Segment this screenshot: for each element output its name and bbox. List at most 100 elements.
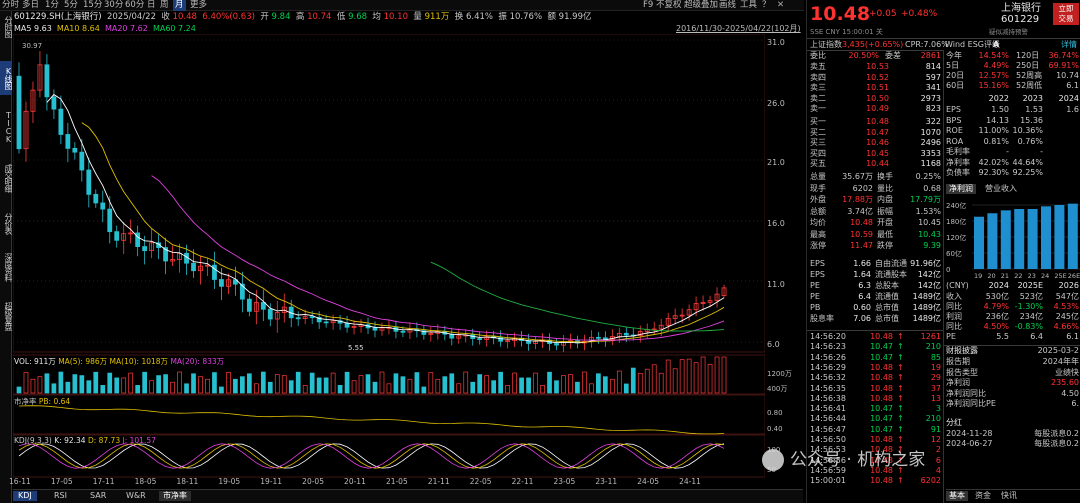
tab-pb[interactable]: 市净率 bbox=[159, 491, 191, 501]
tab-30min[interactable]: 30分 bbox=[104, 0, 123, 11]
valuation-label: 流通值 bbox=[875, 292, 899, 301]
side-tab-trades[interactable]: 成交明细 bbox=[0, 157, 13, 199]
volume-bar bbox=[135, 385, 141, 394]
volume-bar bbox=[623, 383, 629, 394]
commission-ratio: 20.50% bbox=[848, 51, 879, 60]
side-tab-tick[interactable]: TICK bbox=[0, 107, 13, 147]
dividend-date: 2024-11-28 bbox=[946, 429, 993, 438]
fin-value: 11.00% bbox=[978, 126, 1009, 135]
close-icon[interactable]: ✕ bbox=[777, 0, 784, 11]
book-price: 10.48 bbox=[866, 117, 889, 126]
volume-bar bbox=[212, 372, 217, 394]
tab-intraday[interactable]: 分时 bbox=[2, 0, 19, 11]
return-label: 120日 bbox=[1016, 51, 1040, 60]
x-tick: 18-05 bbox=[134, 477, 157, 486]
forecast-value: 245亿 bbox=[1055, 312, 1079, 321]
stat-value: 11.47 bbox=[850, 241, 873, 250]
f9-button[interactable]: F9 bbox=[643, 0, 653, 11]
candle-body bbox=[107, 208, 113, 233]
side-tab-replay[interactable]: 超级复盘 bbox=[0, 296, 13, 336]
quote-line: 601229.SH(上海银行) 2025/04/22 收 10.48 6.40%… bbox=[14, 12, 804, 23]
return-value: 10.74 bbox=[1056, 71, 1079, 80]
tab-day[interactable]: 日 bbox=[147, 0, 156, 11]
book-level-label: 卖五 bbox=[810, 62, 826, 71]
dividend-text: 每股派息0.2 bbox=[1034, 429, 1079, 438]
profit-bar bbox=[1067, 203, 1078, 269]
volume-bar bbox=[281, 375, 287, 394]
volume-bar bbox=[351, 380, 357, 394]
trade-button[interactable]: 立即 交易 bbox=[1053, 3, 1079, 25]
tab-news[interactable]: 快讯 bbox=[998, 491, 1020, 501]
pb-tick: 0.40 bbox=[767, 425, 783, 433]
tick-price: 10.48 bbox=[870, 393, 893, 403]
volume-bar bbox=[16, 386, 22, 394]
fin-value: 14.13 bbox=[986, 115, 1009, 125]
fin-label: ROE bbox=[946, 126, 963, 135]
tab-sar[interactable]: SAR bbox=[87, 491, 109, 501]
valuation-label: PE bbox=[810, 281, 820, 290]
volume-bar bbox=[267, 381, 273, 394]
draw-button[interactable]: 画线 bbox=[719, 0, 736, 11]
tick-arrow: ↑ bbox=[897, 373, 904, 383]
stock-name: 上海银行 bbox=[1001, 3, 1041, 14]
side-tab-kline[interactable]: K线图 bbox=[0, 61, 13, 95]
volume-bar bbox=[226, 372, 231, 394]
tab-revenue[interactable]: 营业收入 bbox=[982, 184, 1020, 194]
candle-body bbox=[400, 330, 406, 333]
volume-bar bbox=[644, 368, 650, 394]
tools-button[interactable]: 工具 bbox=[740, 0, 757, 11]
tab-more[interactable]: 更多 bbox=[190, 0, 207, 11]
no-adjust-button[interactable]: 不复权 bbox=[656, 0, 682, 11]
side-tab-intraday[interactable]: 分时图 bbox=[0, 13, 13, 39]
tab-kdj[interactable]: KDJ bbox=[13, 491, 37, 501]
side-tab-price-table[interactable]: 分价表 bbox=[0, 207, 13, 239]
return-label: 250日 bbox=[1016, 61, 1040, 70]
kdj-line bbox=[18, 443, 725, 469]
tab-wr[interactable]: W&R bbox=[123, 491, 149, 501]
bar-axis-tick: 120亿 bbox=[946, 233, 966, 242]
volume-bar bbox=[44, 373, 50, 394]
book-qty: 3353 bbox=[920, 148, 941, 158]
volume-bar bbox=[533, 372, 538, 394]
tab-basic[interactable]: 基本 bbox=[946, 491, 968, 501]
volume-bar bbox=[721, 356, 727, 394]
tab-5min[interactable]: 5分 bbox=[64, 0, 78, 11]
tick-price: 10.48 bbox=[870, 435, 893, 444]
tab-15min[interactable]: 15分 bbox=[83, 0, 102, 11]
report-value: 235.60 bbox=[1051, 378, 1079, 387]
tick-arrow: ↑ bbox=[897, 383, 904, 393]
return-value: 69.91% bbox=[1048, 61, 1079, 70]
tab-funds[interactable]: 资金 bbox=[972, 491, 994, 501]
detail-link[interactable]: 详情 bbox=[1061, 40, 1077, 50]
volume-bar bbox=[435, 378, 441, 394]
volume-bar bbox=[330, 372, 336, 394]
volume-bar bbox=[177, 371, 182, 394]
tick-time: 14:56:32 bbox=[810, 373, 846, 383]
tab-month[interactable]: 月 bbox=[173, 0, 186, 11]
amplitude-value: 10.76% bbox=[509, 12, 543, 22]
volume-bar bbox=[372, 381, 378, 394]
kline-chart[interactable] bbox=[13, 34, 765, 483]
side-tab-profile[interactable]: 深度资料 bbox=[0, 247, 13, 287]
fin-value: 0.76% bbox=[1017, 136, 1043, 146]
tab-60min[interactable]: 60分 bbox=[125, 0, 144, 11]
tab-rsi[interactable]: RSI bbox=[51, 491, 70, 501]
overlay-button[interactable]: 超级叠加 bbox=[684, 0, 718, 11]
book-price: 10.46 bbox=[866, 138, 889, 148]
stock-code: 601229 bbox=[1001, 14, 1040, 25]
book-qty: 322 bbox=[925, 117, 941, 126]
volume-bar bbox=[323, 377, 329, 394]
forecast-label: 利润 bbox=[946, 312, 962, 321]
book-price: 10.45 bbox=[866, 148, 889, 158]
tab-1min[interactable]: 1分 bbox=[45, 0, 59, 11]
tab-net-profit[interactable]: 净利润 bbox=[946, 184, 976, 194]
forecast-value: 6.1 bbox=[1066, 332, 1079, 341]
volume-bar bbox=[707, 364, 713, 394]
volume-bar bbox=[156, 375, 161, 394]
help-button[interactable]: ？ bbox=[762, 0, 771, 11]
tick-time: 15:00:01 bbox=[810, 476, 846, 486]
tab-multiday[interactable]: 多日 bbox=[22, 0, 39, 11]
fin-value: 42.02% bbox=[978, 157, 1009, 167]
forecast-value: -0.83% bbox=[1014, 322, 1043, 331]
tab-week[interactable]: 周 bbox=[160, 0, 169, 11]
